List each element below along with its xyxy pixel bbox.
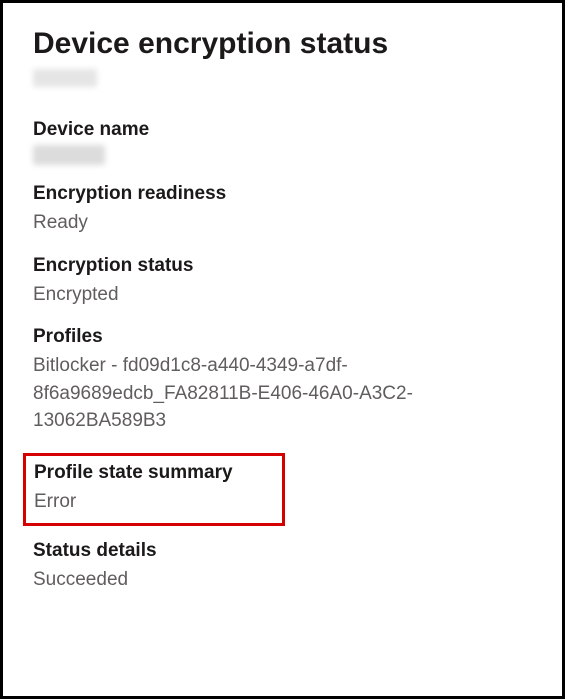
profiles-label: Profiles (33, 326, 532, 348)
encryption-status-value: Encrypted (33, 281, 532, 309)
device-name-value-redacted (33, 145, 105, 165)
subtitle-redacted (33, 69, 97, 87)
field-profile-state-summary: Profile state summary Error (34, 462, 274, 516)
status-details-value: Succeeded (33, 566, 532, 594)
encryption-readiness-value: Ready (33, 209, 532, 237)
profile-state-summary-value: Error (34, 488, 274, 516)
field-status-details: Status details Succeeded (33, 540, 532, 594)
encryption-readiness-label: Encryption readiness (33, 183, 532, 205)
status-details-label: Status details (33, 540, 532, 562)
field-device-name: Device name (33, 119, 532, 165)
field-encryption-status: Encryption status Encrypted (33, 255, 532, 309)
page-title: Device encryption status (33, 27, 532, 61)
field-profiles: Profiles Bitlocker - fd09d1c8-a440-4349-… (33, 326, 532, 435)
device-name-label: Device name (33, 119, 532, 141)
profile-state-summary-label: Profile state summary (34, 462, 274, 484)
encryption-status-label: Encryption status (33, 255, 532, 277)
field-encryption-readiness: Encryption readiness Ready (33, 183, 532, 237)
profiles-value: Bitlocker - fd09d1c8-a440-4349-a7df-8f6a… (33, 352, 532, 435)
highlight-profile-state-summary: Profile state summary Error (23, 453, 285, 527)
